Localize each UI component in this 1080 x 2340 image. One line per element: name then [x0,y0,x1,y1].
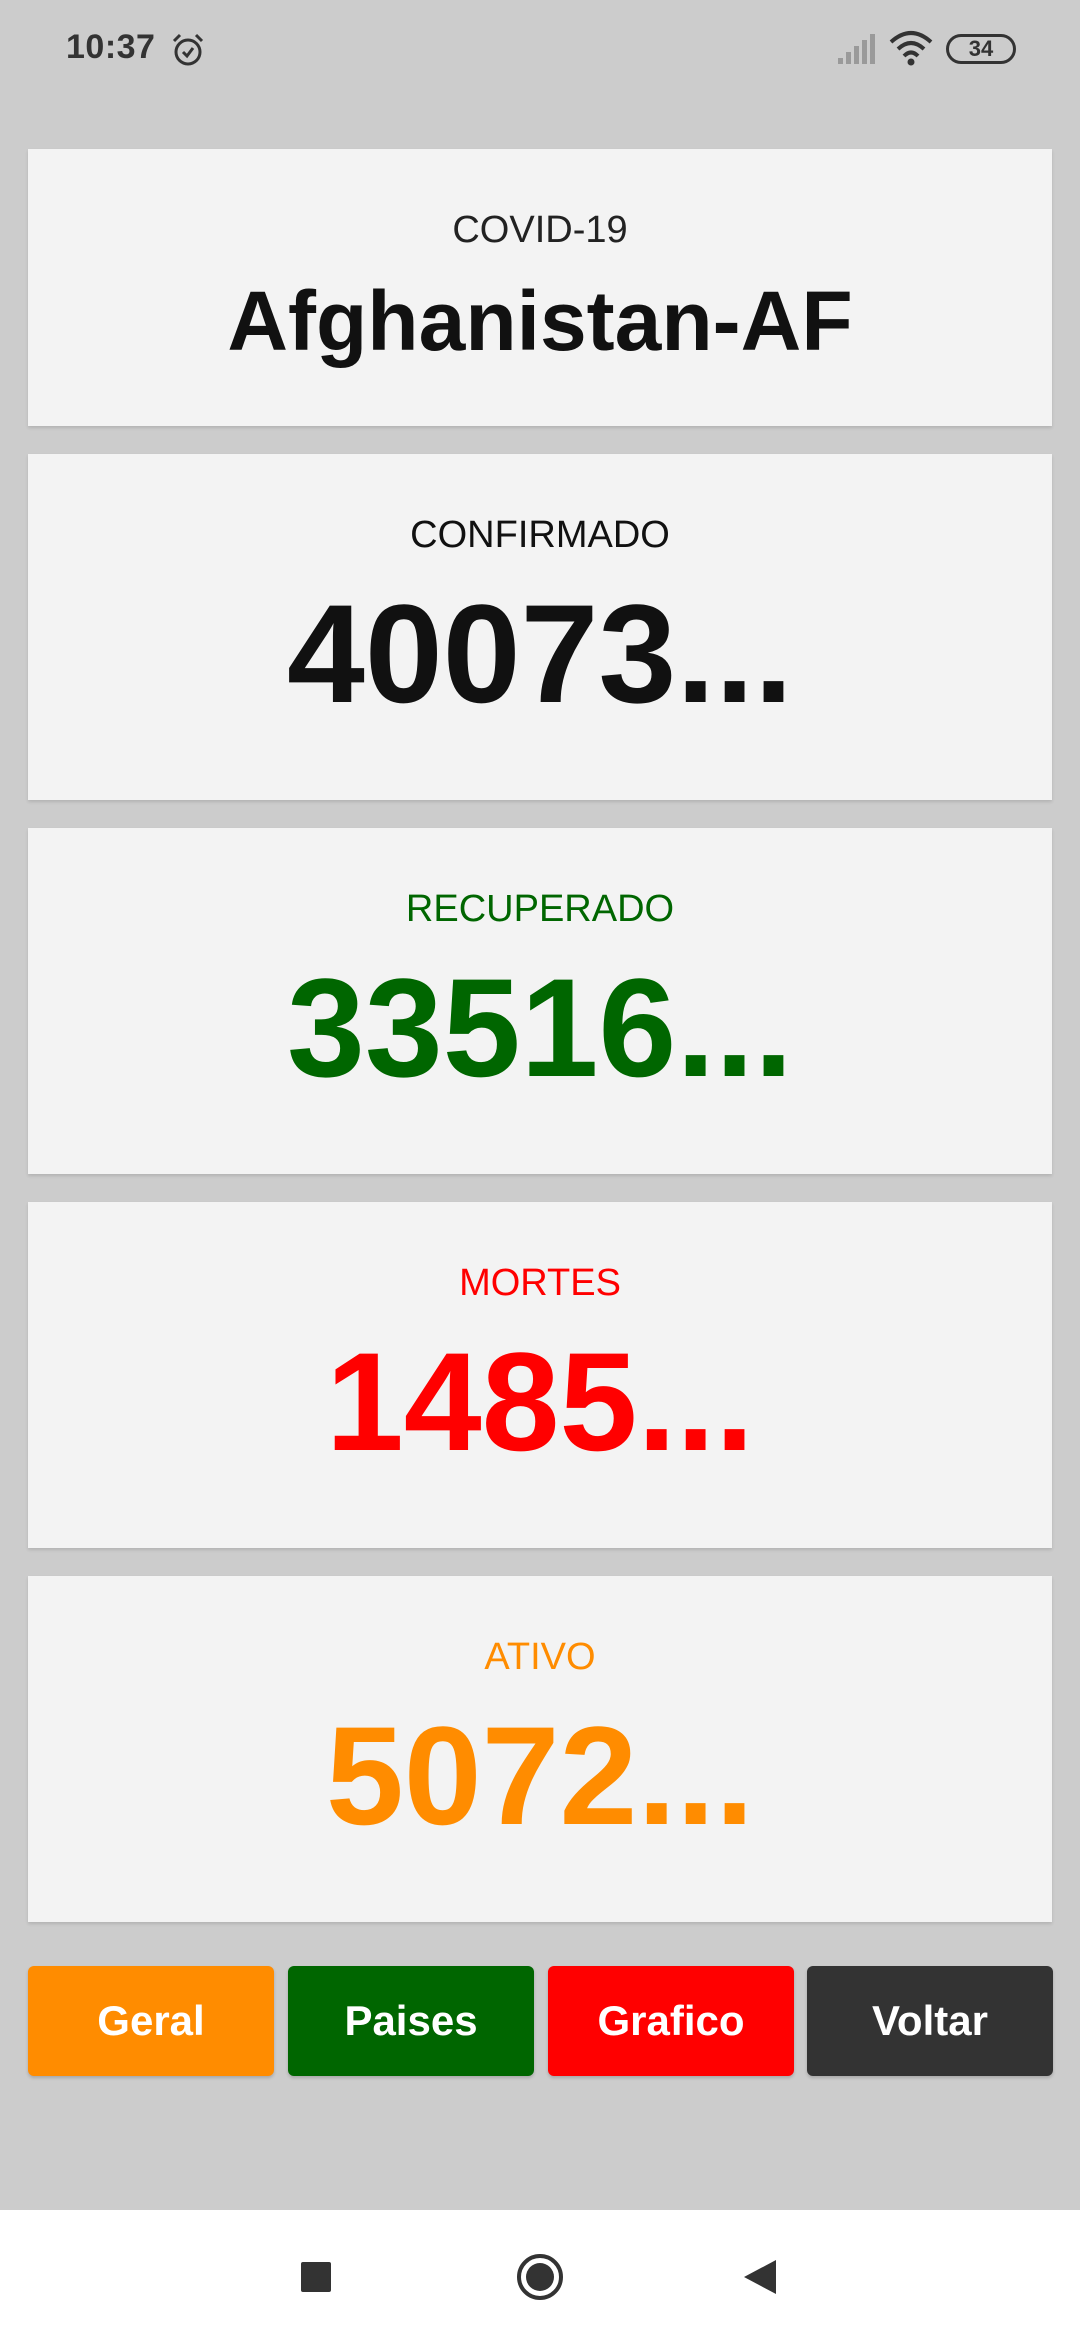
back-triangle-icon[interactable] [742,2258,778,2296]
system-nav-bar [0,2210,1080,2340]
deaths-value: 1485... [325,1323,755,1480]
app-subtitle: COVID-19 [452,209,628,251]
active-card: ATIVO 5072... [28,1576,1052,1922]
active-value: 5072... [325,1697,755,1854]
geral-button[interactable]: Geral [28,1966,274,2076]
deaths-label: MORTES [459,1262,621,1304]
recovered-label: RECUPERADO [405,888,675,930]
home-circle-icon[interactable] [515,2252,565,2302]
paises-button[interactable]: Paises [288,1966,534,2076]
cell-signal-icon [838,34,875,64]
confirmed-card: CONFIRMADO 40073... [28,454,1052,800]
country-title: Afghanistan-AF [227,274,853,368]
active-label: ATIVO [484,1636,596,1678]
recovered-card: RECUPERADO 33516... [28,828,1052,1174]
recents-square-icon[interactable] [301,2262,331,2292]
status-time: 10:37 [66,28,156,66]
status-bar: 10:37 34 [0,0,1080,100]
deaths-card: MORTES 1485... [28,1202,1052,1548]
grafico-button[interactable]: Grafico [548,1966,794,2076]
confirmed-label: CONFIRMADO [410,514,670,556]
recovered-value: 33516... [287,949,793,1106]
alarm-clock-icon [172,33,204,66]
voltar-button[interactable]: Voltar [807,1966,1053,2076]
confirmed-value: 40073... [287,575,793,732]
battery-icon: 34 [946,34,1016,64]
wifi-icon [889,31,933,66]
header-card: COVID-19 Afghanistan-AF [28,149,1052,426]
